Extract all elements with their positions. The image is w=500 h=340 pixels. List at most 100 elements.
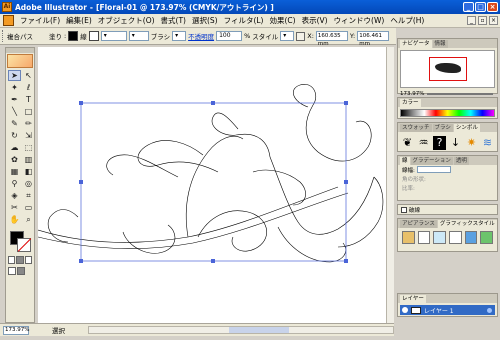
color-spectrum[interactable] (400, 109, 495, 117)
stroke-weight-dropdown[interactable]: ▾ (100, 31, 127, 41)
selection-tool-icon[interactable]: ➤ (8, 70, 21, 81)
pen-tool-icon[interactable]: ✒ (8, 94, 21, 105)
style-swatch-green[interactable] (480, 231, 494, 244)
tab-graphic-styles[interactable]: グラフィックスタイル (437, 220, 497, 228)
style-swatch-default[interactable] (417, 231, 431, 244)
menu-edit[interactable]: 編集(E) (63, 15, 95, 26)
vertical-scrollbar[interactable] (386, 47, 394, 323)
tab-info[interactable]: 情報 (432, 40, 448, 48)
layer-row[interactable]: レイヤー 1 (400, 305, 495, 315)
doc-close-icon[interactable]: × (489, 16, 498, 25)
navigator-zoom-slider[interactable] (427, 93, 493, 95)
opacity-link[interactable]: 不透明度 (188, 31, 214, 41)
color-mode-icon[interactable] (8, 256, 16, 264)
tab-stroke[interactable]: 線 (400, 157, 410, 165)
lasso-tool-icon[interactable]: ℓ (22, 82, 35, 93)
menu-filter[interactable]: フィルタ(L) (221, 15, 267, 26)
tab-transparency[interactable]: 透明 (453, 157, 469, 165)
opacity-field[interactable]: 100 (216, 31, 243, 41)
navigator-preview[interactable] (400, 50, 495, 88)
tab-brushes[interactable]: ブラシ (432, 124, 453, 132)
symbol-sprayer-tool-icon[interactable]: ✿ (8, 154, 21, 165)
menu-window[interactable]: ウィンドウ(W) (331, 15, 388, 26)
rectangle-tool-icon[interactable]: □ (22, 106, 35, 117)
tab-swatches[interactable]: スウォッチ (400, 124, 432, 132)
stroke-swatch[interactable] (88, 31, 99, 41)
horizontal-scrollbar[interactable] (88, 326, 394, 334)
scroll-thumb[interactable] (229, 327, 289, 333)
doc-restore-icon[interactable]: ▫ (478, 16, 487, 25)
dashed-line-option[interactable]: 破線 (398, 205, 497, 214)
menu-object[interactable]: オブジェクト(O) (95, 15, 158, 26)
stroke-weight-input[interactable] (416, 166, 451, 173)
control-bar-grip[interactable] (2, 30, 5, 42)
direct-selection-tool-icon[interactable]: ↖ (22, 70, 35, 81)
navigator-view-frame[interactable] (429, 57, 467, 81)
brush-dropdown[interactable]: ▾ (172, 31, 187, 41)
menu-type[interactable]: 書式(T) (158, 15, 189, 26)
crop-tool-icon[interactable]: ⌗ (22, 190, 35, 201)
type-tool-icon[interactable]: T (22, 94, 35, 105)
gradient-mode-icon[interactable] (16, 256, 24, 264)
screen-mode-full-icon[interactable] (17, 267, 25, 275)
align-icon[interactable] (296, 31, 306, 41)
scale-tool-icon[interactable]: ⇲ (22, 130, 35, 141)
tab-layers[interactable]: レイヤー (400, 295, 426, 303)
stroke-color-box[interactable] (17, 238, 31, 252)
rotate-tool-icon[interactable]: ↻ (8, 130, 21, 141)
live-paint-tool-icon[interactable]: ◈ (8, 190, 21, 201)
menu-help[interactable]: ヘルプ(H) (387, 15, 427, 26)
scissors-tool-icon[interactable]: ✂ (8, 202, 21, 213)
blend-tool-icon[interactable]: ◎ (22, 178, 35, 189)
tab-appearance[interactable]: アピアランス (400, 220, 437, 228)
y-field[interactable]: 106.461 mm (357, 31, 390, 47)
doc-minimize-icon[interactable]: _ (467, 16, 476, 25)
dashed-line-checkbox[interactable] (401, 206, 407, 213)
symbol-question-icon[interactable]: ? (433, 136, 446, 150)
eraser-tool-icon[interactable]: ▭ (22, 202, 35, 213)
mesh-tool-icon[interactable]: ▦ (8, 166, 21, 177)
style-swatch-blue[interactable] (464, 231, 478, 244)
style-swatch-gold[interactable] (402, 231, 415, 244)
style-dropdown[interactable]: ▾ (280, 31, 295, 41)
zoom-field[interactable]: 173.97% (3, 325, 29, 335)
tab-color[interactable]: カラー (400, 99, 421, 107)
menu-select[interactable]: 選択(S) (189, 15, 221, 26)
hand-tool-icon[interactable]: ✋ (8, 214, 21, 225)
tab-symbols[interactable]: シンボル (453, 124, 480, 132)
menu-effect[interactable]: 効果(C) (266, 15, 298, 26)
none-mode-icon[interactable] (24, 256, 32, 264)
graph-tool-icon[interactable]: ▥ (22, 154, 35, 165)
style-swatch-white[interactable] (449, 231, 462, 244)
line-tool-icon[interactable]: ╲ (8, 106, 21, 117)
minimize-icon[interactable]: _ (463, 2, 474, 12)
fill-swatch[interactable] (68, 31, 79, 41)
magic-wand-tool-icon[interactable]: ✦ (8, 82, 21, 93)
gradient-tool-icon[interactable]: ◧ (22, 166, 35, 177)
menu-file[interactable]: ファイル(F) (17, 15, 63, 26)
zoom-tool-icon[interactable]: ⌕ (22, 214, 35, 225)
warp-tool-icon[interactable]: ☁ (8, 142, 21, 153)
stroke-style-dropdown[interactable]: ▾ (128, 31, 149, 41)
paintbrush-tool-icon[interactable]: ✎ (8, 118, 21, 129)
menu-view[interactable]: 表示(V) (299, 15, 331, 26)
x-field[interactable]: 160.635 mm (315, 31, 348, 47)
status-text[interactable]: 選択 (52, 325, 65, 335)
bounding-box-handles[interactable] (79, 101, 348, 263)
style-swatch-lightblue[interactable] (433, 231, 447, 244)
toolbox-header[interactable] (6, 48, 34, 53)
tab-navigator[interactable]: ナビゲータ (400, 40, 432, 48)
symbol-wave-icon[interactable]: ≋ (481, 136, 494, 150)
eye-icon[interactable] (402, 307, 408, 313)
maximize-icon[interactable]: □ (475, 2, 486, 12)
document-icon[interactable] (3, 15, 14, 26)
tab-gradient[interactable]: グラデーション (410, 157, 453, 165)
free-transform-tool-icon[interactable]: ⬚ (22, 142, 35, 153)
pencil-tool-icon[interactable]: ✏ (22, 118, 35, 129)
eyedropper-tool-icon[interactable]: ⚲ (8, 178, 21, 189)
close-icon[interactable]: × (487, 2, 498, 12)
symbol-drop-icon[interactable]: ♒ (417, 136, 430, 150)
layer-target-icon[interactable] (487, 307, 492, 313)
artboard-canvas[interactable] (38, 47, 394, 323)
symbol-arrow-icon[interactable]: ↓ (449, 136, 462, 150)
